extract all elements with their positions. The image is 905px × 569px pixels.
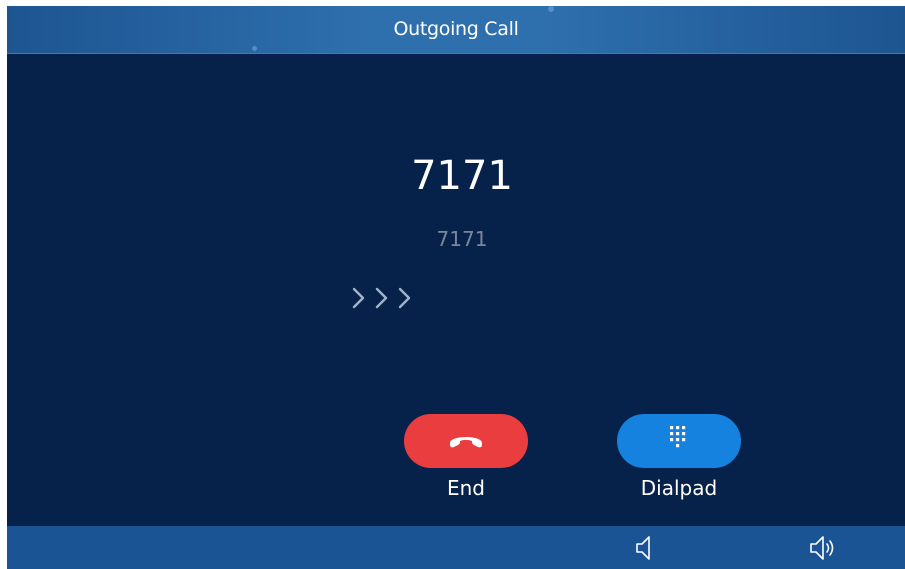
page-title: Outgoing Call <box>393 18 519 40</box>
callee-number: 7171 <box>436 227 488 251</box>
chevrons-right-icon <box>352 287 411 309</box>
dialpad-icon <box>670 426 686 448</box>
volume-up-icon[interactable] <box>808 532 840 564</box>
bottom-bar <box>7 526 905 569</box>
call-screen: Outgoing Call 7171 7171 End Dialpad <box>7 6 905 569</box>
callee-name: 7171 <box>411 153 513 199</box>
volume-down-icon[interactable] <box>632 532 664 564</box>
dialpad-button[interactable] <box>617 414 741 468</box>
end-call-label: End <box>446 476 485 500</box>
title-bar: Outgoing Call <box>7 6 905 54</box>
dialpad-label: Dialpad <box>640 476 718 500</box>
end-call-button[interactable] <box>404 414 528 468</box>
phone-hangup-icon <box>450 437 482 448</box>
